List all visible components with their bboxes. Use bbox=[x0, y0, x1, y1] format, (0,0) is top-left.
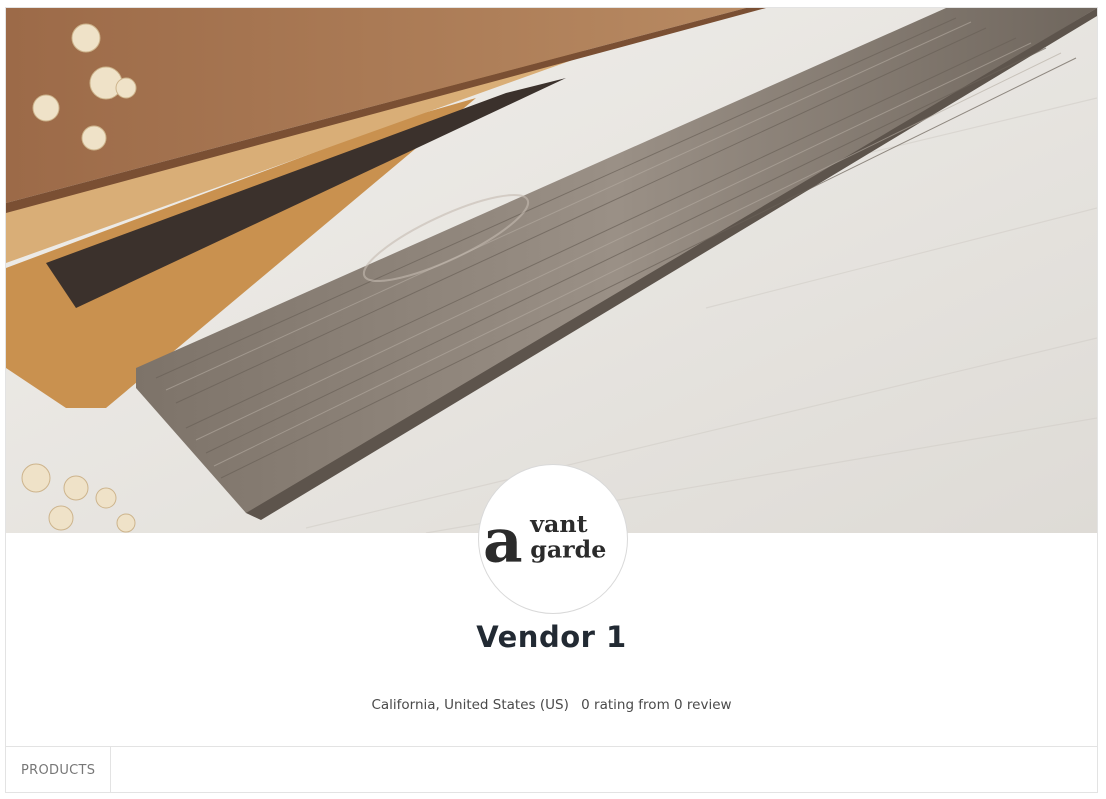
store-location: California, United States (US) bbox=[371, 697, 569, 713]
logo-line-1: vant bbox=[529, 510, 587, 538]
store-banner-image bbox=[6, 8, 1097, 533]
logo-letter: a bbox=[483, 506, 523, 577]
wood-planks-banner-icon bbox=[6, 8, 1097, 533]
logo-line-2: garde bbox=[530, 536, 606, 564]
avant-garde-logo-icon: a vant garde bbox=[483, 506, 606, 577]
store-meta: California, United States (US) 0 rating … bbox=[6, 697, 1097, 713]
store-header-card: a vant garde Vendor 1 California, United… bbox=[5, 7, 1098, 793]
tab-products[interactable]: PRODUCTS bbox=[6, 747, 112, 793]
store-rating[interactable]: 0 rating from 0 review bbox=[581, 697, 731, 713]
store-tabs: PRODUCTS bbox=[6, 746, 1097, 793]
store-name: Vendor 1 bbox=[476, 620, 627, 654]
vendor-logo: a vant garde bbox=[478, 464, 628, 614]
